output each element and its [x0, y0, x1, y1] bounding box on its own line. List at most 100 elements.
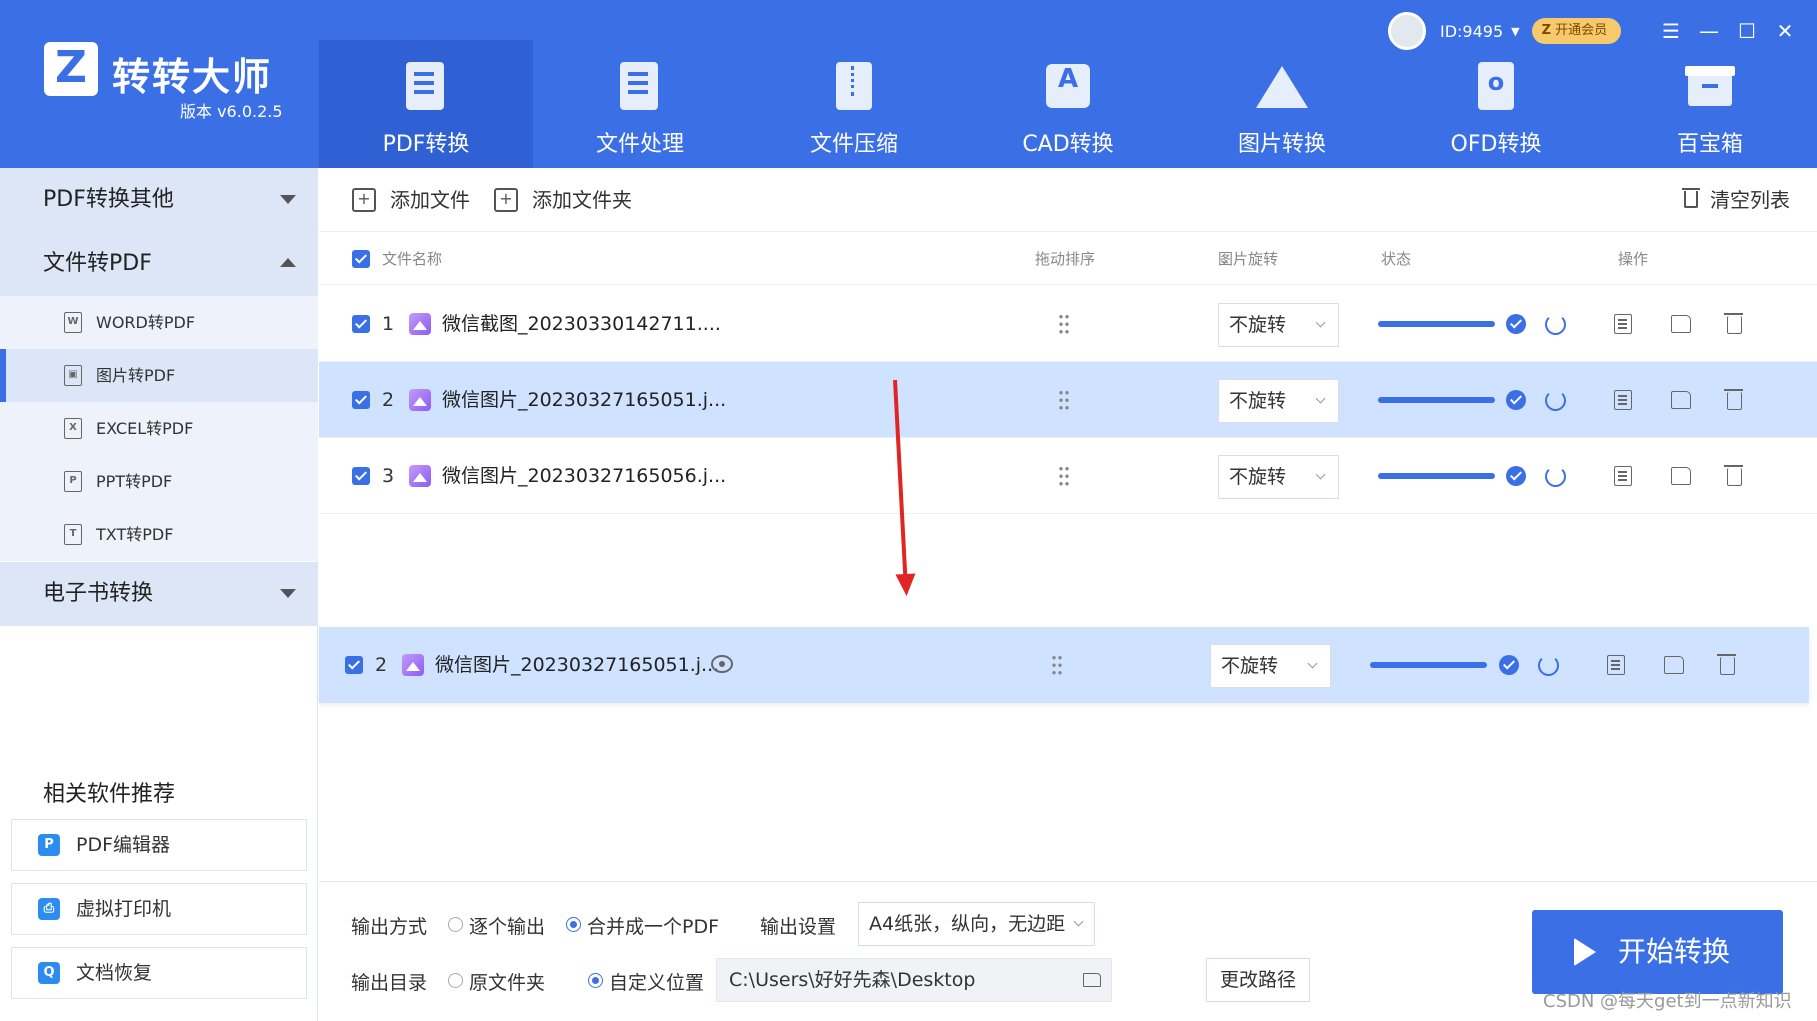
delete-icon[interactable] — [1724, 465, 1743, 486]
view-document-icon[interactable] — [1614, 466, 1632, 486]
delete-icon[interactable] — [1724, 313, 1743, 334]
tab-file-compress[interactable]: 文件压缩 — [747, 40, 961, 168]
sidebar: PDF转换其他 文件转PDF W WORD转PDF ▣ 图片转PDF X EXC… — [0, 168, 318, 1021]
radio-source-folder[interactable] — [448, 973, 463, 988]
row-index: 2 — [375, 654, 388, 676]
recommend-virtual-printer[interactable]: ⎙ 虚拟打印机 — [11, 883, 307, 935]
rotate-select[interactable]: 不旋转 — [1218, 379, 1339, 423]
caret-down-icon — [280, 589, 296, 598]
row-checkbox[interactable] — [352, 391, 370, 409]
watermark: CSDN @每天get到一点新知识 — [1543, 991, 1792, 1012]
radio-merge-pdf-label[interactable]: 合并成一个PDF — [587, 912, 719, 939]
change-path-button[interactable]: 更改路径 — [1206, 958, 1310, 1002]
tab-ofd-convert[interactable]: OFD转换 — [1389, 40, 1603, 168]
radio-one-by-one[interactable] — [448, 917, 463, 932]
preview-eye-icon[interactable] — [711, 655, 733, 673]
chevron-down-icon: ⌄ — [1218, 250, 1231, 268]
sidebar-item-txt-to-pdf[interactable]: T TXT转PDF — [0, 508, 318, 561]
menu-icon[interactable]: ☰ — [1652, 14, 1690, 48]
sidebar-item-image-to-pdf[interactable]: ▣ 图片转PDF — [0, 349, 318, 402]
tab-toolbox[interactable]: 百宝箱 — [1603, 40, 1817, 168]
radio-custom-location-label[interactable]: 自定义位置 — [609, 968, 704, 995]
row-checkbox[interactable] — [352, 467, 370, 485]
radio-one-by-one-label[interactable]: 逐个输出 — [469, 912, 545, 939]
main-nav: PDF转换 文件处理 文件压缩 CAD转换 图片转换 OFD转换 百宝箱 — [319, 40, 1817, 168]
open-folder-icon[interactable] — [1671, 391, 1691, 409]
user-id[interactable]: ID:9495 — [1440, 22, 1503, 41]
delete-icon[interactable] — [1724, 389, 1743, 410]
word-file-icon: W — [64, 312, 82, 333]
maximize-icon[interactable]: ☐ — [1728, 14, 1766, 48]
row-checkbox[interactable] — [345, 656, 363, 674]
chevron-down-icon[interactable]: ▼ — [1511, 25, 1519, 38]
start-convert-button[interactable]: 开始转换 — [1532, 910, 1783, 994]
rotate-value: 不旋转 — [1229, 390, 1287, 412]
select-all-checkbox[interactable] — [352, 250, 370, 268]
add-file-button[interactable]: 添加文件 — [352, 168, 470, 232]
row-checkbox[interactable] — [352, 315, 370, 333]
view-document-icon[interactable] — [1614, 390, 1632, 410]
ppt-file-icon: P — [64, 471, 82, 492]
table-row[interactable]: 3 微信图片_20230327165056.j... 不旋转 — [319, 438, 1817, 514]
tab-image-convert[interactable]: 图片转换 — [1175, 40, 1389, 168]
drag-handle-icon[interactable] — [1058, 313, 1070, 335]
pdf-convert-icon — [400, 62, 452, 114]
play-icon — [1574, 938, 1596, 966]
open-folder-icon[interactable] — [1671, 467, 1691, 485]
image-file-icon — [402, 654, 424, 676]
drag-handle-icon[interactable] — [1058, 389, 1070, 411]
radio-merge-pdf[interactable] — [566, 917, 581, 932]
close-icon[interactable]: ✕ — [1766, 14, 1804, 48]
tab-pdf-convert[interactable]: PDF转换 — [319, 40, 533, 168]
file-name: 微信图片_20230327165051.j... — [442, 389, 727, 411]
category-label: 电子书转换 — [43, 581, 154, 606]
refresh-icon[interactable] — [1545, 314, 1566, 335]
vip-button[interactable]: Z 开通会员 — [1531, 18, 1622, 44]
sidebar-category-file-to-pdf[interactable]: 文件转PDF — [0, 232, 318, 296]
refresh-icon[interactable] — [1538, 655, 1559, 676]
sidebar-item-excel-to-pdf[interactable]: X EXCEL转PDF — [0, 402, 318, 455]
image-file-icon — [409, 313, 431, 335]
view-document-icon[interactable] — [1614, 314, 1632, 334]
drag-arrow-head-icon — [895, 573, 917, 597]
rotate-select[interactable]: 不旋转 — [1218, 455, 1339, 499]
file-process-icon — [614, 62, 666, 114]
txt-file-icon: T — [64, 524, 82, 545]
add-folder-button[interactable]: 添加文件夹 — [494, 168, 632, 232]
folder-icon[interactable] — [1083, 973, 1101, 987]
table-row[interactable]: 2 微信图片_20230327165051.j... 不旋转 — [319, 362, 1817, 438]
table-row[interactable]: 1 微信截图_20230330142711.... 不旋转 — [319, 286, 1817, 362]
rotate-select[interactable]: 不旋转 — [1210, 644, 1331, 688]
tab-cad-convert[interactable]: CAD转换 — [961, 40, 1175, 168]
output-path-field[interactable]: C:\Users\好好先森\Desktop — [716, 958, 1112, 1002]
clear-list-button[interactable]: 清空列表 — [1682, 168, 1790, 232]
progress-bar — [1378, 397, 1495, 403]
avatar[interactable] — [1388, 12, 1426, 50]
sidebar-category-pdf-other[interactable]: PDF转换其他 — [0, 168, 318, 232]
sidebar-item-word-to-pdf[interactable]: W WORD转PDF — [0, 296, 318, 349]
rotate-select[interactable]: 不旋转 — [1218, 303, 1339, 347]
view-document-icon[interactable] — [1607, 655, 1625, 675]
delete-icon[interactable] — [1717, 654, 1736, 675]
refresh-icon[interactable] — [1545, 390, 1566, 411]
rotate-value: 不旋转 — [1229, 314, 1287, 336]
drag-handle-icon[interactable] — [1058, 465, 1070, 487]
radio-custom-location[interactable] — [588, 973, 603, 988]
dragging-row[interactable]: 2 微信图片_20230327165051.j... 不旋转 — [319, 627, 1809, 703]
drag-handle-icon[interactable] — [1051, 654, 1063, 676]
tab-file-process[interactable]: 文件处理 — [533, 40, 747, 168]
recommend-pdf-editor[interactable]: P PDF编辑器 — [11, 819, 307, 871]
sidebar-item-ppt-to-pdf[interactable]: P PPT转PDF — [0, 455, 318, 508]
output-settings-select[interactable]: A4纸张，纵向，无边距 — [858, 902, 1095, 946]
open-folder-icon[interactable] — [1671, 315, 1691, 333]
radio-source-folder-label[interactable]: 原文件夹 — [469, 968, 545, 995]
add-folder-icon — [494, 187, 518, 212]
refresh-icon[interactable] — [1545, 466, 1566, 487]
check-circle-icon — [1506, 390, 1526, 410]
image-file-icon: ▣ — [64, 365, 82, 386]
recommend-doc-recovery[interactable]: Q 文档恢复 — [11, 947, 307, 999]
sidebar-category-ebook[interactable]: 电子书转换 — [0, 562, 318, 626]
minimize-icon[interactable]: — — [1690, 14, 1728, 48]
app-header: 转转大师 版本 v6.0.2.5 PDF转换 文件处理 文件压缩 CAD转换 图… — [0, 0, 1817, 168]
open-folder-icon[interactable] — [1664, 656, 1684, 674]
